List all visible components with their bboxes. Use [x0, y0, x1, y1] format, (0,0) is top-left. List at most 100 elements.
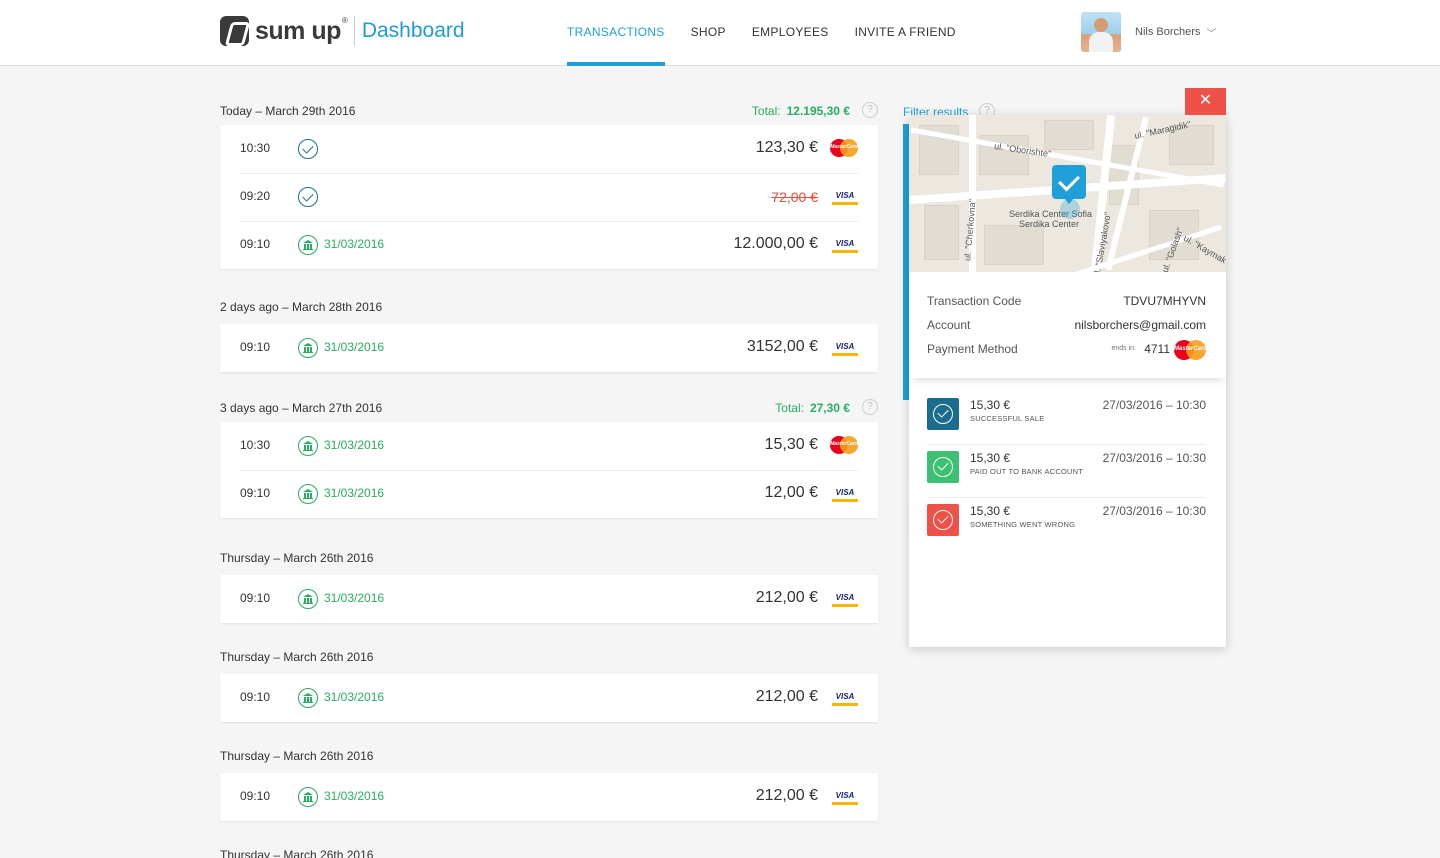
mastercard-icon-label: MasterCard	[1174, 346, 1208, 352]
transaction-info: Transaction Code TDVU7MHYVN Account nils…	[909, 272, 1226, 378]
date-group-header: Today – March 29th 2016 Total: 12.195,30 €…	[220, 102, 878, 124]
transactions-card: 09:10 31/03/2016 212,00 € VISA	[220, 773, 878, 821]
payout-date: 31/03/2016	[324, 789, 385, 803]
account-label: Account	[927, 318, 971, 332]
date-group-title: Thursday – March 26th 2016	[220, 749, 374, 763]
date-group-header: Thursday – March 26th 2016	[220, 848, 878, 858]
nav-shop[interactable]: SHOP	[691, 0, 726, 66]
transaction-row[interactable]: 09:10 31/03/2016 12.000,00 € VISA	[220, 221, 878, 269]
payout-date: 31/03/2016	[324, 690, 385, 704]
bank-icon	[298, 436, 318, 456]
transaction-code-label: Transaction Code	[927, 294, 1022, 308]
status-check-icon	[927, 451, 959, 483]
transaction-amount: 212,00 €	[755, 589, 818, 606]
group-total-label: Total:	[775, 401, 804, 415]
transaction-code-value: TDVU7MHYVN	[1123, 294, 1206, 308]
location-map[interactable]: ul. "Oborishte" ul. "Maragidik" ul. "Che…	[909, 115, 1226, 272]
bank-icon	[298, 787, 318, 807]
transaction-amount: 212,00 €	[755, 688, 818, 705]
group-total: Total: 12.195,30 €	[752, 104, 850, 118]
history-item[interactable]: 15,30 € SOMETHING WENT WRONG 27/03/2016 – …	[927, 497, 1206, 557]
transaction-row[interactable]: 10:30 123,30 € MasterCard	[220, 125, 878, 173]
map-poi-label: Serdika Center	[1019, 219, 1080, 229]
transactions-card: 09:10 31/03/2016 3152,00 € VISA	[220, 324, 878, 372]
date-group-header: 2 days ago – March 28th 2016	[220, 300, 878, 320]
sumup-logo[interactable]: sum up ® Dashboard	[220, 16, 465, 46]
date-group-header: 3 days ago – March 27th 2016 Total: 27,30 …	[220, 399, 878, 421]
transaction-time: 09:20	[240, 189, 271, 203]
transaction-time: 10:30	[240, 141, 271, 155]
card-last4: 4711	[1144, 342, 1170, 356]
account-row: Account nilsborchers@gmail.com	[927, 318, 1206, 334]
transaction-amount: 3152,00 €	[746, 338, 818, 355]
visa-icon: VISA	[832, 591, 858, 607]
transaction-amount: 212,00 €	[755, 787, 818, 804]
transaction-row[interactable]: 09:10 31/03/2016 3152,00 € VISA	[220, 324, 878, 372]
transaction-row[interactable]: 09:20 72,00 € VISA	[220, 173, 878, 221]
visa-icon: VISA	[832, 690, 858, 706]
user-menu[interactable]: Nils Borchers ﹀	[1081, 12, 1216, 52]
transaction-row[interactable]: 09:10 31/03/2016 12,00 € VISA	[220, 470, 878, 518]
transaction-row[interactable]: 10:30 31/03/2016 15,30 € MasterCard	[220, 422, 878, 470]
mastercard-icon: MasterCard	[830, 436, 858, 454]
top-header: sum up ® Dashboard TRANSACTIONS SHOP EMP…	[0, 0, 1440, 66]
history-amount: 15,30 €	[970, 398, 1011, 412]
nav-employees[interactable]: EMPLOYEES	[752, 0, 829, 66]
map-pin-icon[interactable]	[1052, 165, 1086, 199]
nav-invite-friend[interactable]: INVITE A FRIEND	[855, 0, 956, 66]
history-status: SOMETHING WENT WRONG	[970, 520, 1076, 529]
transactions-card: 09:10 31/03/2016 212,00 € VISA	[220, 575, 878, 623]
transaction-detail-panel: ul. "Oborishte" ul. "Maragidik" ul. "Che…	[909, 115, 1226, 647]
map-block	[924, 205, 959, 260]
transaction-time: 09:10	[240, 340, 271, 354]
date-group-title: 2 days ago – March 28th 2016	[220, 300, 383, 314]
check-circle-icon	[298, 187, 318, 207]
transactions-card: 10:30 31/03/2016 15,30 € MasterCard 09:10 31/…	[220, 422, 878, 518]
visa-icon: VISA	[832, 486, 858, 502]
map-block	[984, 225, 1044, 265]
transaction-time: 09:10	[240, 591, 271, 605]
account-value: nilsborchers@gmail.com	[1074, 318, 1206, 332]
map-block	[1044, 120, 1094, 150]
visa-icon: VISA	[832, 189, 858, 205]
payout-date: 31/03/2016	[324, 591, 385, 605]
close-button[interactable]: ✕	[1185, 88, 1226, 115]
sumup-logo-icon	[220, 16, 249, 46]
transaction-time: 09:10	[240, 486, 271, 500]
avatar[interactable]	[1081, 12, 1121, 52]
nav-transactions[interactable]: TRANSACTIONS	[567, 0, 665, 66]
mastercard-icon-label: MasterCard	[830, 144, 858, 150]
ends-in-label: ends in:	[1111, 345, 1136, 352]
main-nav: TRANSACTIONS SHOP EMPLOYEES INVITE A FRI…	[567, 0, 982, 66]
date-group-title: Thursday – March 26th 2016	[220, 848, 374, 858]
user-name[interactable]: Nils Borchers	[1135, 26, 1200, 38]
transactions-card: 10:30 123,30 € MasterCard 09:20 72,00 € VISA 0…	[220, 125, 878, 269]
history-status: PAID OUT TO BANK ACCOUNT	[970, 467, 1084, 476]
transaction-time: 09:10	[240, 690, 271, 704]
transaction-row[interactable]: 09:10 31/03/2016 212,00 € VISA	[220, 674, 878, 722]
chevron-down-icon[interactable]: ﹀	[1206, 25, 1216, 40]
bank-icon	[298, 338, 318, 358]
visa-icon: VISA	[832, 340, 858, 356]
transaction-amount: 12.000,00 €	[733, 235, 818, 252]
mastercard-icon: MasterCard	[1174, 340, 1208, 360]
visa-icon: VISA	[832, 237, 858, 253]
brand-registered-mark: ®	[341, 16, 348, 25]
bank-icon	[298, 235, 318, 255]
transaction-row[interactable]: 09:10 31/03/2016 212,00 € VISA	[220, 575, 878, 623]
transaction-amount: 12,00 €	[764, 484, 818, 501]
payout-date: 31/03/2016	[324, 237, 385, 251]
help-icon[interactable]: ?	[862, 399, 878, 415]
date-group-title: Thursday – March 26th 2016	[220, 551, 374, 565]
transaction-row[interactable]: 09:10 31/03/2016 212,00 € VISA	[220, 773, 878, 821]
help-icon[interactable]: ?	[862, 102, 878, 118]
check-circle-icon	[298, 139, 318, 159]
visa-icon: VISA	[832, 789, 858, 805]
bank-icon	[298, 484, 318, 504]
history-date: 27/03/2016 – 10:30	[1102, 451, 1206, 465]
payment-method-label: Payment Method	[927, 342, 1018, 356]
app-title: Dashboard	[361, 19, 465, 42]
transaction-time: 09:10	[240, 237, 271, 251]
group-total: Total: 27,30 €	[775, 401, 850, 415]
group-total-value: 12.195,30 €	[786, 104, 850, 118]
